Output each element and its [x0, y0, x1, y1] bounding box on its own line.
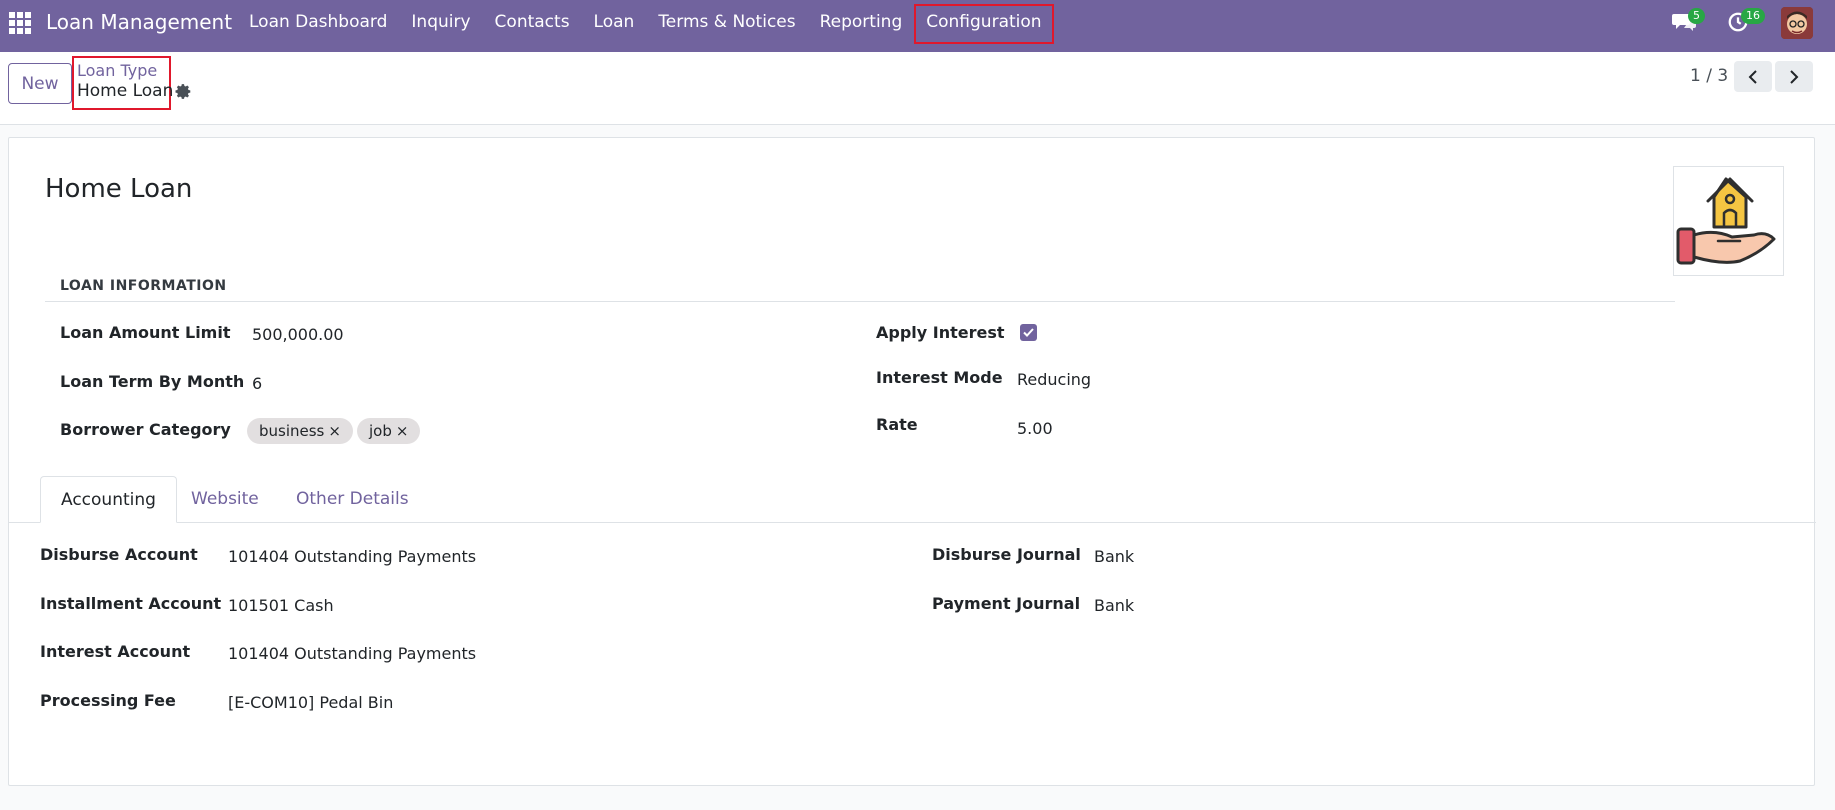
label-borrower-category: Borrower Category [60, 420, 231, 439]
avatar[interactable] [1781, 7, 1813, 39]
field-disburse-journal[interactable]: Bank [1094, 547, 1134, 566]
field-interest-account[interactable]: 101404 Outstanding Payments [228, 644, 476, 663]
tab-website[interactable]: Website [191, 476, 259, 523]
pager-next-button[interactable] [1775, 61, 1813, 92]
label-installment-account: Installment Account [40, 594, 222, 613]
new-button[interactable]: New [8, 63, 72, 104]
section-loan-information: LOAN INFORMATION [60, 278, 227, 294]
tag-label: job [369, 422, 392, 440]
section-divider [45, 301, 1675, 302]
tag-business[interactable]: business × [247, 418, 353, 444]
main-menu: Loan Dashboard Inquiry Contacts Loan Ter… [237, 0, 1054, 52]
top-navbar: Loan Management Loan Dashboard Inquiry C… [0, 0, 1835, 52]
field-disburse-account[interactable]: 101404 Outstanding Payments [228, 547, 476, 566]
breadcrumb-parent[interactable]: Loan Type [77, 61, 157, 80]
menu-loan[interactable]: Loan [582, 0, 647, 52]
check-icon [1023, 328, 1034, 337]
tab-other-details[interactable]: Other Details [296, 476, 409, 523]
field-payment-journal[interactable]: Bank [1094, 596, 1134, 615]
label-loan-term-by-month: Loan Term By Month [60, 372, 245, 391]
label-disburse-account: Disburse Account [40, 545, 198, 564]
form-sheet: Home Loan LOAN INFORMATION Loan Amount L… [8, 137, 1816, 786]
menu-configuration[interactable]: Configuration [914, 0, 1054, 52]
menu-inquiry[interactable]: Inquiry [399, 0, 482, 52]
label-payment-journal: Payment Journal [932, 594, 1081, 613]
chevron-left-icon [1748, 69, 1757, 84]
label-processing-fee: Processing Fee [40, 691, 176, 710]
label-rate: Rate [876, 415, 918, 434]
field-rate[interactable]: 5.00 [1017, 419, 1053, 438]
home-loan-image[interactable] [1673, 166, 1784, 276]
breadcrumb-current: Home Loan [77, 81, 174, 101]
messages-badge: 5 [1688, 8, 1705, 24]
field-loan-amount-limit[interactable]: 500,000.00 [252, 325, 344, 344]
pager-previous-button[interactable] [1734, 61, 1772, 92]
menu-terms-notices[interactable]: Terms & Notices [646, 0, 807, 52]
label-interest-account: Interest Account [40, 642, 191, 661]
label-apply-interest: Apply Interest [876, 323, 1005, 342]
pager-value[interactable]: 1 / 3 [1690, 66, 1728, 86]
gear-icon[interactable] [175, 83, 192, 100]
tag-job[interactable]: job × [357, 418, 421, 444]
apps-icon[interactable] [9, 12, 31, 34]
menu-contacts[interactable]: Contacts [483, 0, 582, 52]
field-installment-account[interactable]: 101501 Cash [228, 596, 334, 615]
field-interest-mode[interactable]: Reducing [1017, 370, 1091, 389]
label-interest-mode: Interest Mode [876, 368, 1003, 387]
control-panel: New Loan Type Home Loan 1 / 3 [0, 52, 1835, 125]
apply-interest-checkbox[interactable] [1020, 324, 1037, 341]
menu-loan-dashboard[interactable]: Loan Dashboard [237, 0, 399, 52]
record-title[interactable]: Home Loan [45, 174, 192, 204]
tag-label: business [259, 422, 325, 440]
app-brand[interactable]: Loan Management [46, 10, 232, 34]
label-loan-amount-limit: Loan Amount Limit [60, 323, 231, 342]
field-processing-fee[interactable]: [E-COM10] Pedal Bin [228, 693, 393, 712]
label-disburse-journal: Disburse Journal [932, 545, 1081, 564]
chevron-right-icon [1790, 69, 1799, 84]
activities-badge: 16 [1741, 8, 1765, 24]
tag-remove-icon[interactable]: × [328, 422, 341, 440]
tabs-divider [9, 522, 1816, 523]
menu-reporting[interactable]: Reporting [808, 0, 915, 52]
tab-accounting[interactable]: Accounting [40, 476, 177, 523]
field-loan-term-by-month[interactable]: 6 [252, 374, 262, 393]
tag-remove-icon[interactable]: × [396, 422, 409, 440]
